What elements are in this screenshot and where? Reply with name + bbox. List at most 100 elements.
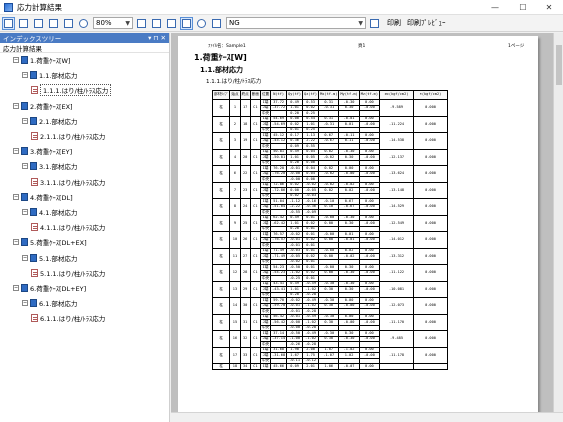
column-header: 部材ﾀｲﾌﾟ (211, 90, 231, 100)
horizontal-scrollbar[interactable] (171, 412, 563, 422)
tree-node-label: 3.1.1.はり/柱/ﾄﾗｽ応力 (40, 178, 106, 187)
tree-node[interactable]: 5.1.1.はり/柱/ﾄﾗｽ応力 (31, 268, 105, 278)
tree-node[interactable]: 3.1.1.はり/柱/ﾄﾗｽ応力 (31, 177, 105, 187)
cell: 7 (229, 181, 241, 199)
tree-node[interactable]: − 1.1.部材応力 (22, 70, 77, 80)
cell: 柱 (211, 280, 231, 298)
tree-node-label: 6.1.1.はり/柱/ﾄﾗｽ応力 (40, 315, 106, 324)
hand-icon[interactable] (180, 16, 193, 30)
document-icon (31, 223, 38, 232)
close-button[interactable]: ✕ (535, 0, 563, 15)
save-as-icon[interactable] (32, 17, 45, 30)
cell: 14 (229, 297, 241, 315)
tree-node[interactable]: − 6.荷重ｹｰｽ[DL+EY] (13, 283, 86, 293)
cell (379, 363, 415, 370)
cell: 28 (239, 264, 251, 282)
collapse-icon[interactable]: − (13, 193, 19, 200)
tree-node[interactable]: − 2.荷重ｹｰｽ[EX] (13, 101, 73, 111)
cell: 25 (239, 214, 251, 232)
cell: 柱 (211, 346, 231, 364)
column-header: σc(kgf/cm2) (379, 90, 415, 100)
filter-select[interactable]: NG ▼ (226, 17, 366, 29)
scrollbar-thumb[interactable] (556, 45, 562, 85)
collapse-icon[interactable]: − (22, 300, 28, 307)
tree-root-label: 応力計算結果 (0, 43, 169, 53)
collapse-icon[interactable]: − (22, 72, 28, 79)
fit-width-icon[interactable] (165, 17, 178, 30)
zoom-value: 80% (96, 19, 112, 27)
collapse-icon[interactable]: − (13, 148, 19, 155)
tree-node[interactable]: 2.1.1.はり/柱/ﾄﾗｽ応力 (31, 131, 105, 141)
tree-node[interactable]: 6.1.1.はり/柱/ﾄﾗｽ応力 (31, 313, 105, 323)
cell: 0.000 (413, 181, 449, 199)
book-icon (30, 116, 37, 125)
tree-node[interactable]: 1.1.1.はり/柱/ﾄﾗｽ応力 (31, 84, 112, 97)
panel-pin-icon[interactable]: ▾ ⊓ ✕ (148, 34, 166, 42)
cell: C1 (249, 264, 261, 282)
cell: 0.000 (413, 115, 449, 133)
tree-node[interactable]: − 6.1.部材応力 (22, 298, 77, 308)
tree-node-label: 4.1.1.はり/柱/ﾄﾗｽ応力 (40, 224, 106, 233)
cell: 0.000 (413, 214, 449, 232)
tree-node[interactable]: − 3.1.部材応力 (22, 161, 77, 171)
heading-1: 1.荷重ｹｰｽ[W] (194, 53, 247, 62)
zoom-select[interactable]: 80% ▼ (93, 17, 133, 29)
cell: C1 (249, 363, 261, 370)
tree-node[interactable]: − 3.荷重ｹｰｽ[EY] (13, 146, 72, 156)
cell: 柱 (211, 99, 231, 117)
heading-3: 1.1.1.はり/柱/ﾄﾗｽ応力 (206, 79, 262, 85)
minimize-button[interactable]: — (481, 0, 509, 15)
cell: 1 (229, 99, 241, 117)
cell: 19 (239, 132, 251, 150)
cell: -9.589 (379, 99, 415, 117)
zoom-icon[interactable] (195, 17, 208, 30)
collapse-icon[interactable]: − (13, 285, 19, 291)
cell: 柱 (211, 313, 231, 331)
column-header: My(tf.m) (338, 90, 360, 100)
title-bar: 応力計算結果 — ☐ ✕ (0, 0, 563, 15)
export-icon[interactable] (62, 17, 75, 30)
heading-2: 1.1.部材応力 (200, 66, 244, 74)
collapse-icon[interactable]: − (13, 57, 19, 63)
cell: 6 (229, 165, 241, 183)
calculator-icon[interactable] (210, 17, 223, 30)
page-file-name: ﾌｧｲﾙ名：Sample1 (208, 44, 246, 49)
tree-node[interactable]: − 5.荷重ｹｰｽ[DL+EX] (13, 237, 87, 247)
tree-node-label: 2.1.1.はり/柱/ﾄﾗｽ応力 (40, 133, 106, 141)
collapse-icon[interactable]: − (22, 209, 28, 215)
stress-results-table: 部材ﾀｲﾌﾟ 始点 終点 断面 位置 N(tf) Qy(tf) Qz(tf) Mx(tf.m) M… (211, 90, 449, 370)
copy-icon[interactable] (47, 17, 60, 30)
collapse-icon[interactable]: − (13, 102, 19, 109)
save-icon[interactable] (17, 17, 30, 30)
preview-icon[interactable] (2, 16, 15, 30)
maximize-button[interactable]: ☐ (509, 0, 537, 15)
cell: -13.148 (379, 181, 415, 199)
tree-node[interactable]: − 1.荷重ｹｰｽ[W] (13, 55, 70, 65)
tree-node[interactable]: − 4.荷重ｹｰｽ[DL] (13, 192, 73, 202)
app-icon (4, 2, 13, 12)
printer-icon[interactable] (368, 17, 381, 30)
cell: 柱 (211, 198, 231, 216)
print-preview-area: ﾌｧｲﾙ名：Sample1 頁1 1ページ 1.荷重ｹｰｽ[W] 1.1.部材応… (171, 33, 563, 422)
tree-node[interactable]: 4.1.1.はり/柱/ﾄﾗｽ応力 (31, 222, 105, 232)
cell: 23 (239, 181, 251, 199)
collapse-icon[interactable]: − (13, 239, 19, 246)
single-page-icon[interactable] (135, 17, 148, 30)
vertical-scrollbar[interactable] (553, 33, 563, 422)
tree-node[interactable]: − 5.1.部材応力 (22, 253, 77, 263)
find-icon[interactable] (77, 17, 90, 30)
book-icon (30, 253, 37, 262)
tree-node[interactable]: − 2.1.部材応力 (22, 116, 77, 126)
print-button[interactable]: 印刷 (387, 18, 401, 28)
cell: 24 (239, 198, 251, 216)
cell: 0.000 (413, 264, 449, 282)
collapse-icon[interactable]: − (22, 163, 28, 170)
window-title: 応力計算結果 (17, 2, 62, 12)
collapse-icon[interactable]: − (22, 117, 28, 124)
multi-page-icon[interactable] (150, 17, 163, 30)
print-preview-button[interactable]: 印刷ﾌﾟﾚﾋﾞｭｰ (407, 18, 446, 28)
tree-node[interactable]: − 4.1.部材応力 (22, 207, 77, 217)
cell: 20 (239, 148, 251, 166)
cell: C1 (249, 165, 261, 183)
collapse-icon[interactable]: − (22, 254, 28, 261)
